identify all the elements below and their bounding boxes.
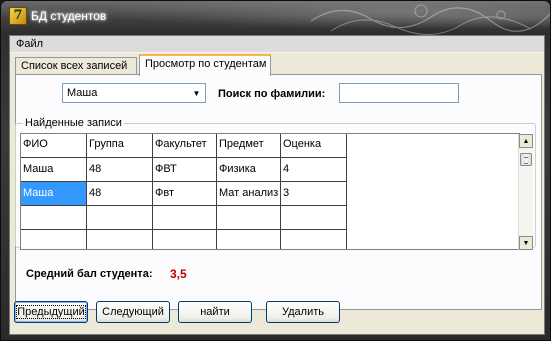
column-header-faculty[interactable]: Факультет bbox=[153, 134, 217, 158]
app-icon[interactable]: 7 bbox=[9, 7, 27, 25]
table-cell[interactable]: Мат анализ bbox=[217, 182, 281, 206]
previous-button[interactable]: Предыдущий bbox=[14, 301, 88, 323]
column-header-grade[interactable]: Оценка bbox=[281, 134, 347, 158]
table-cell[interactable] bbox=[153, 206, 217, 230]
find-button[interactable]: найти bbox=[178, 301, 252, 323]
table-cell[interactable]: 3 bbox=[281, 182, 347, 206]
menu-bar: Файл bbox=[10, 36, 544, 53]
grid-vertical-scrollbar[interactable]: ▲ ▼ bbox=[518, 134, 533, 251]
table-cell[interactable] bbox=[153, 230, 217, 249]
table-cell[interactable]: Физика bbox=[217, 158, 281, 182]
column-header-fio[interactable]: ФИО bbox=[21, 134, 87, 158]
results-group-label: Найденные записи bbox=[23, 117, 124, 129]
table-cell[interactable] bbox=[87, 230, 153, 249]
delete-button[interactable]: Удалить bbox=[266, 301, 340, 323]
tab-strip: Список всех записей Просмотр по студента… bbox=[15, 54, 545, 76]
table-cell[interactable] bbox=[217, 206, 281, 230]
client-area: Файл Список всех записей Просмотр по сту… bbox=[9, 35, 545, 335]
column-header-group[interactable]: Группа bbox=[87, 134, 153, 158]
scroll-up-icon[interactable]: ▲ bbox=[519, 134, 533, 148]
table-cell[interactable]: Фвт bbox=[153, 182, 217, 206]
student-combobox-value: Маша bbox=[67, 87, 98, 99]
table-cell[interactable]: Маша bbox=[21, 158, 87, 182]
table-cell[interactable]: ФВТ bbox=[153, 158, 217, 182]
find-button-label: найти bbox=[200, 306, 230, 318]
table-cell[interactable] bbox=[87, 206, 153, 230]
tab-view-by-student[interactable]: Просмотр по студентам bbox=[139, 54, 271, 76]
average-grade-value: 3,5 bbox=[170, 267, 187, 281]
table-cell[interactable] bbox=[281, 206, 347, 230]
menu-file[interactable]: Файл bbox=[16, 38, 43, 50]
average-grade-label: Средний бал студента: bbox=[26, 268, 153, 280]
table-cell-selected[interactable]: Маша bbox=[21, 182, 87, 206]
results-grid[interactable]: ФИО Группа Факультет Предмет Оценка Маша… bbox=[20, 133, 520, 250]
chevron-down-icon[interactable]: ▼ bbox=[189, 85, 204, 101]
app-window: 7 БД студентов Файл Список всех записей … bbox=[0, 0, 551, 341]
table-cell[interactable]: 4 bbox=[281, 158, 347, 182]
next-button-label: Следующий bbox=[102, 306, 164, 318]
previous-button-label: Предыдущий bbox=[16, 305, 86, 319]
scroll-thumb[interactable] bbox=[520, 153, 532, 166]
titlebar-decoration bbox=[310, 4, 550, 35]
student-combobox[interactable]: Маша ▼ bbox=[62, 83, 206, 103]
search-label: Поиск по фамилии: bbox=[218, 88, 326, 100]
table-cell[interactable] bbox=[21, 206, 87, 230]
scroll-down-icon[interactable]: ▼ bbox=[519, 236, 533, 250]
column-header-subject[interactable]: Предмет bbox=[217, 134, 281, 158]
table-cell[interactable] bbox=[21, 230, 87, 249]
search-input[interactable] bbox=[339, 83, 459, 103]
tab-all-records[interactable]: Список всех записей bbox=[15, 57, 137, 75]
delete-button-label: Удалить bbox=[282, 306, 324, 318]
next-button[interactable]: Следующий bbox=[96, 301, 170, 323]
table-cell[interactable]: 48 bbox=[87, 182, 153, 206]
title-bar[interactable]: 7 БД студентов bbox=[1, 1, 550, 35]
table-cell[interactable]: 48 bbox=[87, 158, 153, 182]
window-title: БД студентов bbox=[31, 9, 107, 23]
table-cell[interactable] bbox=[281, 230, 347, 249]
table-cell[interactable] bbox=[217, 230, 281, 249]
